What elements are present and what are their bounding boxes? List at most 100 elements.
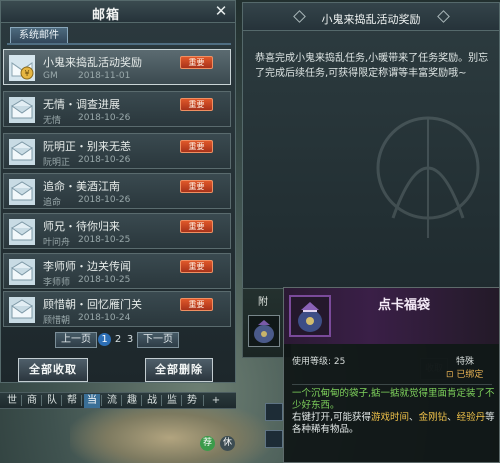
chat-tab[interactable]: 队 bbox=[44, 394, 60, 408]
item-tooltip: 点卡福袋 使用等级: 25 特殊 ⊡ 已绑定 一个沉甸甸的袋子,掂一掂就觉得里面… bbox=[283, 287, 500, 463]
page-number[interactable]: 2 bbox=[112, 333, 124, 347]
chat-tab[interactable]: 监 bbox=[164, 394, 180, 408]
divider bbox=[292, 384, 492, 385]
mail-subject: 顾惜朝・回忆雁门关 bbox=[43, 298, 142, 311]
mail-date: 2018-10-26 bbox=[78, 155, 131, 165]
mail-item[interactable]: 师兄・待你归来 叶问舟 2018-10-25 重要 bbox=[3, 213, 231, 249]
mail-item[interactable]: 阮明正・别来无恙 阮明正 2018-10-26 重要 bbox=[3, 133, 231, 169]
chat-tab[interactable]: 当 bbox=[84, 394, 100, 408]
divider bbox=[203, 395, 204, 406]
item-bound-status: ⊡ 已绑定 bbox=[446, 367, 483, 380]
lucky-bag-item-icon bbox=[289, 295, 331, 337]
mail-subject: 阮明正・别来无恙 bbox=[43, 140, 131, 153]
watermark-emblem-icon bbox=[376, 116, 480, 238]
item-level: 使用等级: 25 bbox=[292, 354, 345, 367]
important-badge: 重要 bbox=[180, 298, 213, 311]
chat-tab[interactable]: 商 bbox=[24, 394, 40, 408]
important-badge: 重要 bbox=[180, 56, 213, 69]
usage-highlight: 金刚钻 bbox=[418, 412, 448, 423]
tooltip-header: 点卡福袋 bbox=[284, 288, 499, 344]
mail-sender: 无情 bbox=[43, 116, 62, 126]
chat-tab[interactable]: 势 bbox=[184, 394, 200, 408]
prev-page-button[interactable]: 上一页 bbox=[55, 332, 97, 348]
mail-sender: 追命 bbox=[43, 198, 62, 208]
divider bbox=[121, 395, 122, 406]
mail-sender: GM bbox=[43, 71, 58, 81]
divider bbox=[21, 395, 22, 406]
pagination: 上一页 1 2 3 下一页 bbox=[1, 332, 235, 350]
rest-orb[interactable]: 休 bbox=[220, 436, 235, 451]
mail-detail-header: 小鬼来捣乱活动奖励 bbox=[243, 3, 499, 31]
next-page-button[interactable]: 下一页 bbox=[137, 332, 179, 348]
divider bbox=[41, 395, 42, 406]
mail-item[interactable]: 追命・美酒江南 追命 2018-10-26 重要 bbox=[3, 173, 231, 209]
chat-tab[interactable]: 帮 bbox=[64, 394, 80, 408]
envelope-icon bbox=[9, 139, 35, 165]
usage-separator: 、 bbox=[409, 412, 419, 423]
skill-slot[interactable] bbox=[265, 430, 283, 448]
delete-all-button[interactable]: 全部删除 bbox=[145, 358, 213, 382]
mailbox-panel: 邮箱 ✕ 系统邮件 ¥ 小鬼来捣乱活动奖励 GM 2018-11-01 重要 无… bbox=[0, 0, 236, 383]
item-description: 一个沉甸甸的袋子,掂一掂就觉得里面肯定装了不少好东西。 bbox=[292, 388, 495, 411]
tab-system-mail[interactable]: 系统邮件 bbox=[10, 27, 68, 43]
mail-sender: 顾惜朝 bbox=[43, 316, 71, 326]
envelope-icon bbox=[9, 259, 35, 285]
usage-highlight: 经验丹 bbox=[456, 412, 486, 423]
envelope-icon bbox=[9, 97, 35, 123]
usage-separator: 、 bbox=[447, 412, 457, 423]
mail-date: 2018-10-26 bbox=[78, 113, 131, 123]
mail-subject: 无情・调查进展 bbox=[43, 98, 120, 111]
envelope-icon bbox=[9, 219, 35, 245]
chat-add-channel-button[interactable]: + bbox=[208, 394, 224, 408]
recommend-orb[interactable]: 荐 bbox=[200, 436, 215, 451]
mail-detail-title: 小鬼来捣乱活动奖励 bbox=[321, 13, 421, 26]
mail-sender: 李师师 bbox=[43, 278, 71, 288]
mail-item[interactable]: ¥ 小鬼来捣乱活动奖励 GM 2018-11-01 重要 bbox=[3, 49, 231, 85]
mail-date: 2018-10-26 bbox=[78, 195, 131, 205]
important-badge: 重要 bbox=[180, 180, 213, 193]
mail-subject: 李师师・边关传闻 bbox=[43, 260, 131, 273]
divider bbox=[181, 395, 182, 406]
bound-icon: ⊡ bbox=[446, 370, 457, 380]
mail-subject: 追命・美酒江南 bbox=[43, 180, 120, 193]
money-bag-mail-icon: ¥ bbox=[9, 55, 35, 81]
item-name: 点卡福袋 bbox=[377, 298, 430, 313]
important-badge: 重要 bbox=[180, 98, 213, 111]
envelope-icon bbox=[9, 179, 35, 205]
mail-subject: 小鬼来捣乱活动奖励 bbox=[43, 56, 142, 69]
lucky-bag-item-icon bbox=[254, 320, 274, 343]
attachment-slot[interactable] bbox=[248, 315, 280, 347]
chat-tab[interactable]: 流 bbox=[104, 394, 120, 408]
chat-channel-bar: 世 商 队 帮 当 流 趣 战 监 势 + bbox=[0, 392, 236, 409]
svg-text:¥: ¥ bbox=[24, 69, 29, 78]
collect-all-button[interactable]: 全部收取 bbox=[18, 358, 88, 382]
divider bbox=[61, 395, 62, 406]
mail-detail-panel: 小鬼来捣乱活动奖励 恭喜完成小鬼来捣乱任务,小暖带来了任务奖励。别忘了完成后续任… bbox=[242, 2, 500, 290]
chat-tab[interactable]: 世 bbox=[4, 394, 20, 408]
chat-tab[interactable]: 战 bbox=[144, 394, 160, 408]
page-number[interactable]: 3 bbox=[124, 333, 136, 347]
mail-body-text: 恭喜完成小鬼来捣乱任务,小暖带来了任务奖励。别忘了完成后续任务,可获得限定称谓等… bbox=[255, 53, 489, 79]
important-badge: 重要 bbox=[180, 140, 213, 153]
level-label: 使用等级: bbox=[292, 357, 332, 367]
item-usage: 右键打开,可能获得游戏时间、金刚钻、经验丹等各种稀有物品。 bbox=[292, 412, 497, 436]
important-badge: 重要 bbox=[180, 260, 213, 273]
mail-item[interactable]: 李师师・边关传闻 李师师 2018-10-25 重要 bbox=[3, 253, 231, 289]
item-type: 特殊 bbox=[456, 357, 475, 367]
mailbox-header: 邮箱 ✕ bbox=[1, 1, 235, 23]
skill-slot[interactable] bbox=[265, 403, 283, 421]
page-number[interactable]: 1 bbox=[98, 333, 111, 346]
mail-sender: 叶问舟 bbox=[43, 238, 71, 248]
mail-date: 2018-10-25 bbox=[78, 235, 131, 245]
close-icon[interactable]: ✕ bbox=[213, 2, 229, 20]
mail-item[interactable]: 顾惜朝・回忆雁门关 顾惜朝 2018-10-24 重要 bbox=[3, 291, 231, 327]
important-badge: 重要 bbox=[180, 220, 213, 233]
mail-item[interactable]: 无情・调查进展 无情 2018-10-26 重要 bbox=[3, 91, 231, 127]
divider bbox=[161, 395, 162, 406]
level-value: 25 bbox=[333, 357, 346, 367]
divider bbox=[101, 395, 102, 406]
divider bbox=[141, 395, 142, 406]
mail-date: 2018-10-24 bbox=[78, 313, 131, 323]
chat-tab[interactable]: 趣 bbox=[124, 394, 140, 408]
envelope-icon bbox=[9, 297, 35, 323]
